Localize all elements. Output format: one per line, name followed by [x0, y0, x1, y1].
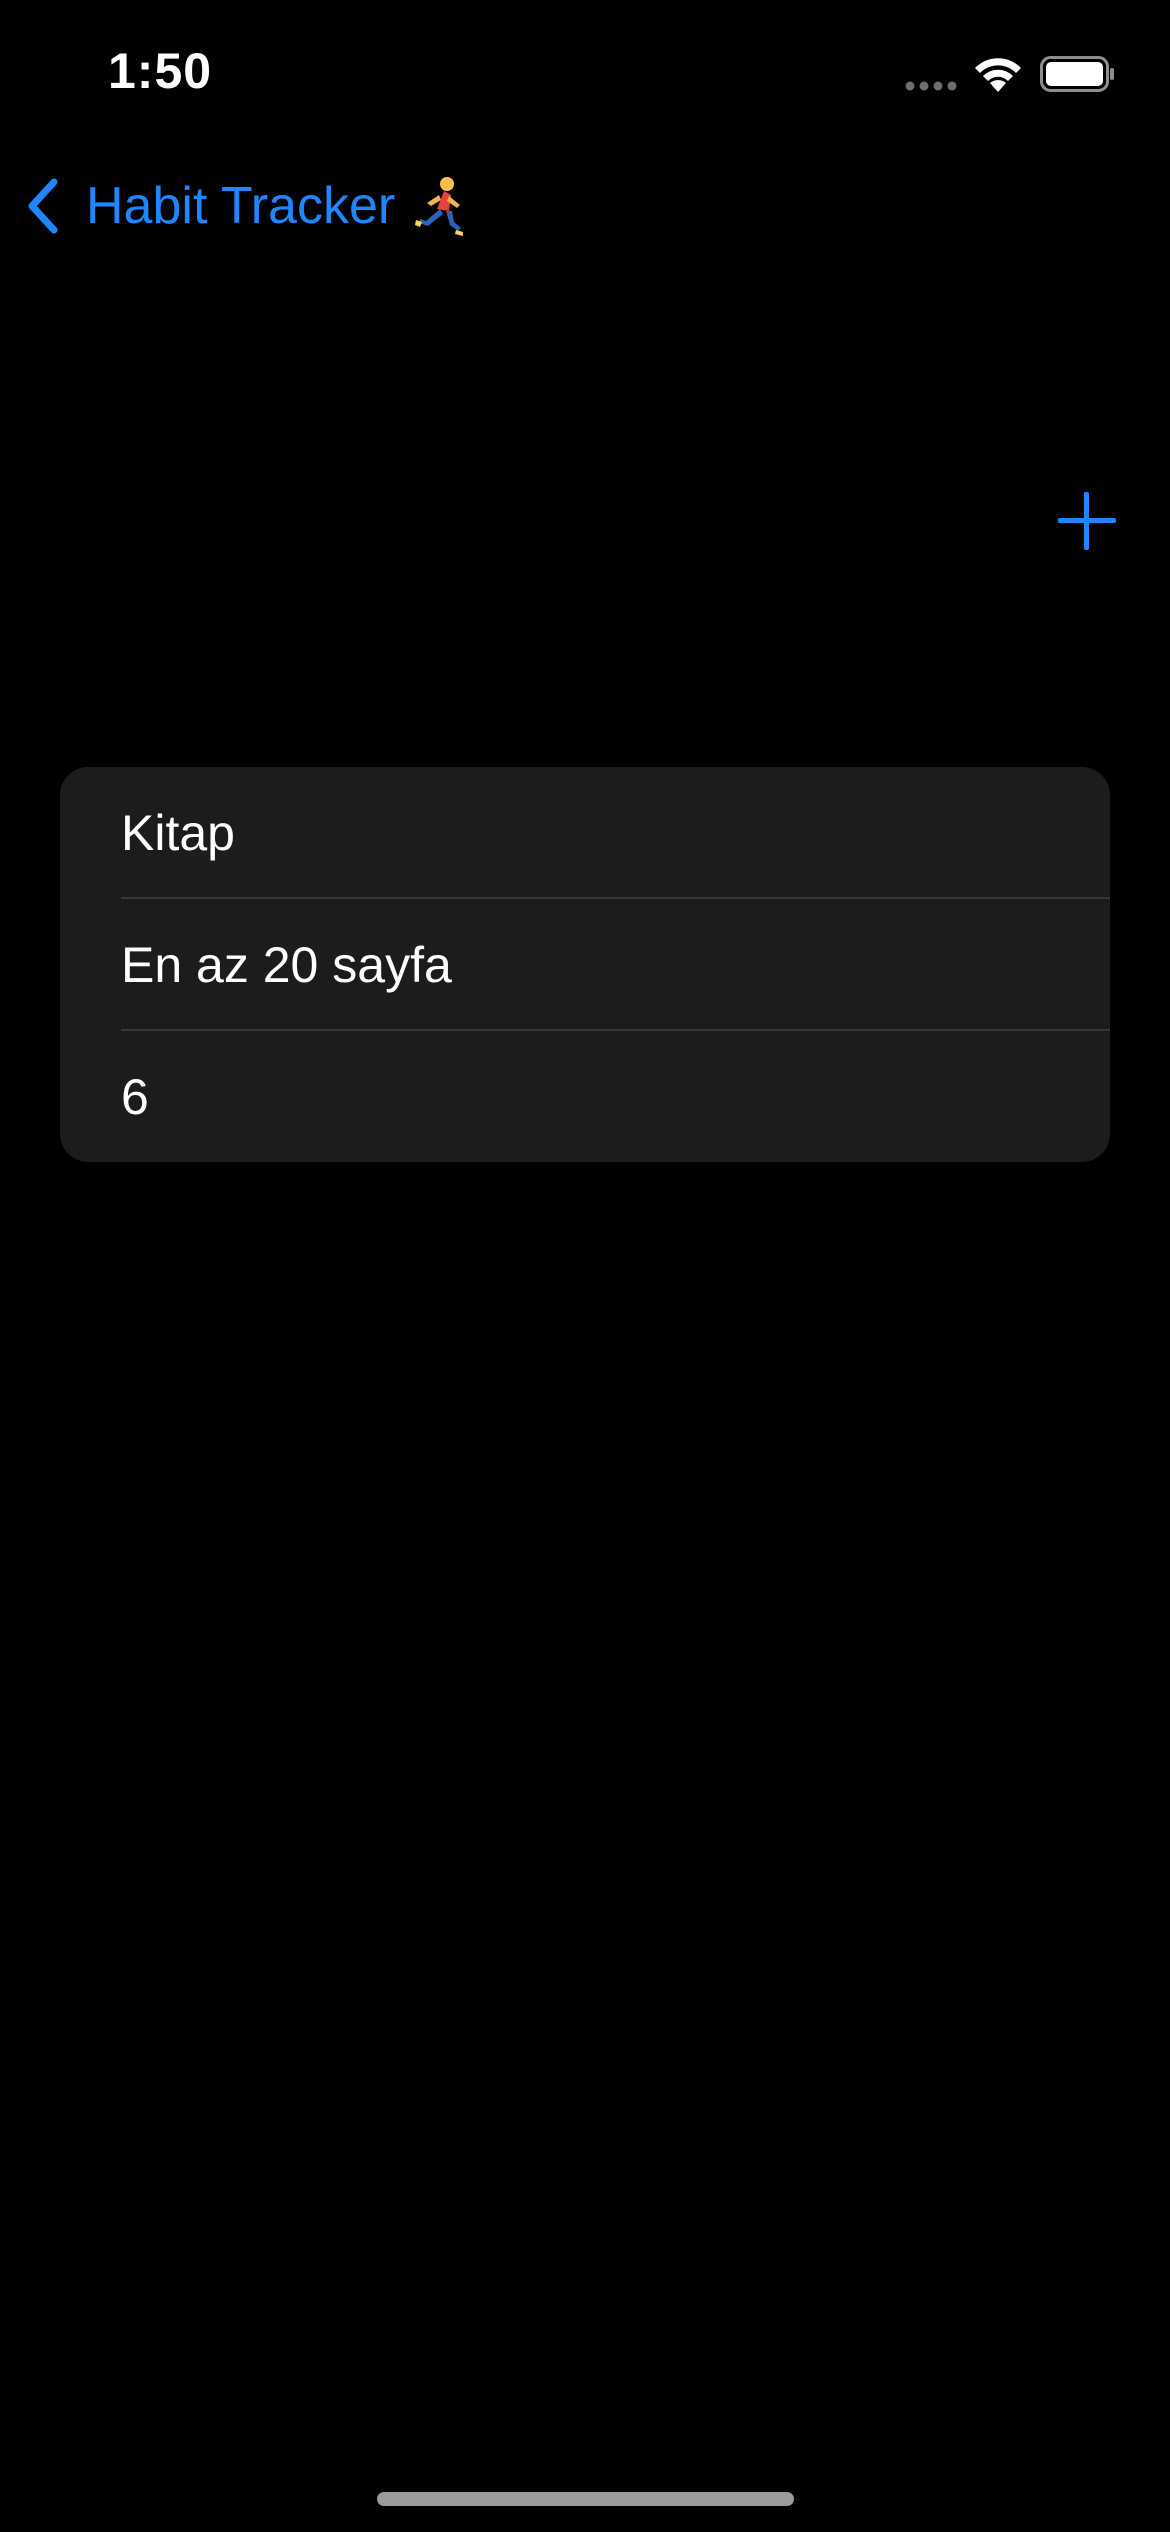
- status-bar: 1:50: [0, 0, 1170, 150]
- wifi-icon: [975, 58, 1021, 92]
- habit-card: Kitap En az 20 sayfa 6: [60, 767, 1110, 1162]
- status-time: 1:50: [108, 43, 213, 99]
- add-button[interactable]: [1058, 492, 1116, 550]
- habit-description-row[interactable]: En az 20 sayfa: [60, 899, 1110, 1030]
- habit-count: 6: [121, 1068, 149, 1125]
- habit-count-row[interactable]: 6: [60, 1031, 1110, 1162]
- battery-icon: [1040, 56, 1114, 92]
- runner-emoji-icon: [415, 177, 464, 236]
- home-indicator[interactable]: [377, 2492, 794, 2506]
- habit-name-row[interactable]: Kitap: [60, 767, 1110, 898]
- cellular-signal-icon: [905, 81, 957, 91]
- habit-description: En az 20 sayfa: [121, 936, 452, 993]
- habit-name: Kitap: [121, 804, 235, 861]
- back-button-label: Habit Tracker: [86, 177, 396, 235]
- back-button[interactable]: Habit Tracker: [24, 170, 471, 242]
- chevron-left-icon: [28, 178, 58, 234]
